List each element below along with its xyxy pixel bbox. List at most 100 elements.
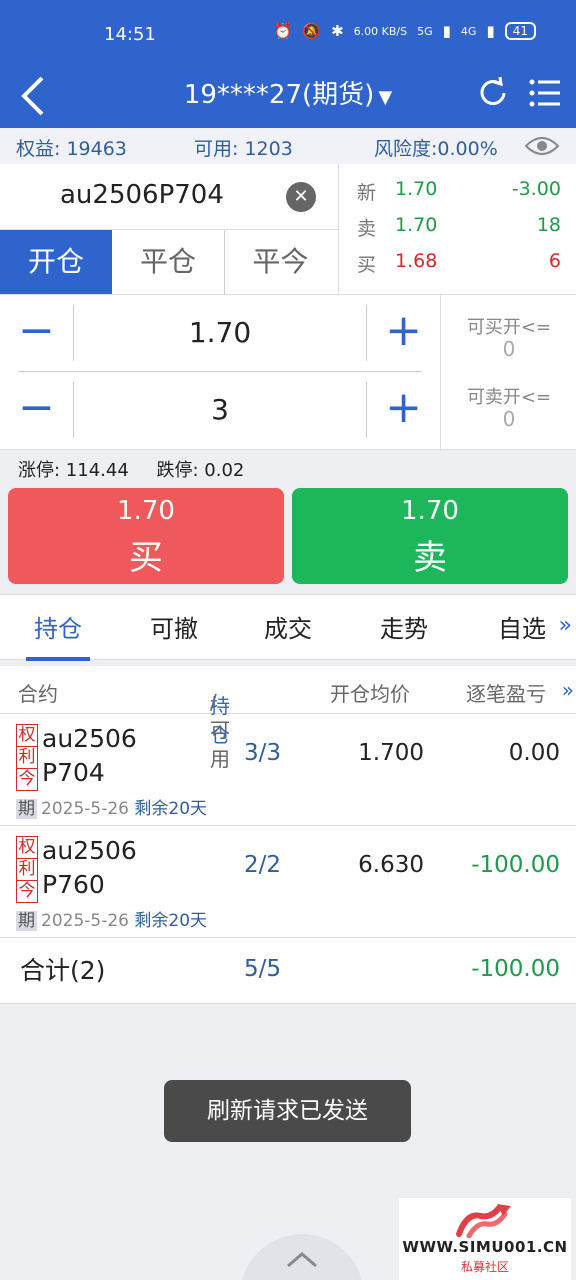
- chevron-up-icon: [287, 1252, 317, 1268]
- position-tabs: 持仓 可撤 成交 走势 自选 »: [0, 594, 576, 661]
- signal-4g: 4G: [460, 24, 477, 38]
- quote-label: 新: [357, 182, 377, 204]
- positions-table: 合约 持仓/可用 开仓均价 逐笔盈亏 » 权 利 今 au2506 P704 期…: [0, 666, 576, 1004]
- quantity-stepper: − 3 +: [0, 372, 440, 448]
- status-icons: ⏰ 🔕 ✱ 6.00 KB/S 5G ▮ 4G ▮ 41: [274, 22, 536, 40]
- active-tab-indicator: [26, 657, 90, 661]
- limit-up: 涨停: 114.44: [18, 460, 129, 481]
- price-input[interactable]: 1.70: [74, 295, 366, 371]
- quote-row-last: 新 1.70 -3.00: [339, 178, 576, 214]
- watermark: WWW.SIMU001.CN 私募社区: [399, 1198, 571, 1280]
- buy-button[interactable]: 1.70 买: [8, 488, 284, 584]
- quote-price: 1.70: [395, 178, 438, 200]
- nav-bar: 19****27(期货) ▼: [0, 70, 576, 128]
- tab-watchlist[interactable]: 自选: [498, 609, 546, 644]
- order-type-tabs: 开仓 平仓 平今: [0, 230, 338, 294]
- toast-message: 刷新请求已发送: [164, 1080, 411, 1142]
- price-stepper: − 1.70 +: [0, 295, 440, 371]
- quantity-increase-button[interactable]: +: [366, 382, 440, 438]
- expiry-badge: 期: [16, 799, 37, 819]
- tag-option: 权: [18, 725, 36, 745]
- signal-bars-icon: ▮: [486, 22, 495, 40]
- contract-name: au2506 P760: [42, 834, 152, 902]
- quote-panel: 新 1.70 -3.00 卖 1.70 18 买 1.68 6: [338, 164, 576, 294]
- position-tags: 权 利 今: [16, 724, 38, 791]
- tag-profit: 利: [17, 746, 37, 767]
- header-more-icon[interactable]: »: [562, 678, 574, 702]
- tab-trades[interactable]: 成交: [264, 609, 312, 644]
- quote-volume: 6: [548, 250, 561, 272]
- can-buy-value: 0: [502, 337, 516, 361]
- avg-price: 6.630: [358, 852, 424, 878]
- available-text: 可用: 1203: [194, 138, 293, 160]
- bluetooth-icon: ✱: [331, 22, 344, 40]
- pnl: -100.00: [471, 852, 560, 878]
- quote-volume: 18: [536, 214, 561, 236]
- alarm-icon: ⏰: [273, 22, 293, 40]
- watermark-subtext: 私募社区: [460, 1260, 509, 1274]
- header-avg-price[interactable]: 开仓均价: [330, 678, 410, 707]
- risk-text: 风险度:0.00%: [374, 138, 498, 160]
- quote-change: -3.00: [511, 178, 561, 200]
- tab-close-today[interactable]: 平今: [224, 230, 336, 294]
- quote-row-ask: 卖 1.70 18: [339, 214, 576, 250]
- pnl: 0.00: [508, 740, 560, 766]
- tag-today: 今: [17, 880, 37, 901]
- buy-price: 1.70: [117, 496, 175, 526]
- signal-5g: 5G: [417, 24, 433, 38]
- can-sell-value: 0: [502, 407, 516, 431]
- symbol-text: au2506P704: [60, 180, 224, 210]
- contract-name-line1: au2506: [42, 724, 137, 753]
- sell-price: 1.70: [401, 496, 459, 526]
- status-time: 14:51: [104, 24, 156, 45]
- quantity-input[interactable]: 3: [74, 372, 366, 448]
- tag-option: 权: [18, 837, 36, 857]
- days-remaining: 剩余20天: [134, 799, 208, 819]
- tab-positions[interactable]: 持仓: [34, 609, 82, 644]
- refresh-icon[interactable]: [476, 76, 510, 110]
- caret-down-icon: ▼: [378, 87, 393, 108]
- total-label: 合计(2): [20, 956, 106, 985]
- quote-label: 买: [357, 254, 377, 276]
- tabs-more-icon[interactable]: »: [559, 613, 572, 638]
- mute-icon: 🔕: [302, 22, 322, 40]
- contract-name-line2: P704: [42, 758, 105, 787]
- available-panel: 可买开<= 0 可卖开<= 0: [440, 295, 576, 451]
- avg-price: 1.700: [358, 740, 424, 766]
- quantity-decrease-button[interactable]: −: [0, 382, 74, 438]
- table-row[interactable]: 权 利 今 au2506 P704 期 2025-5-26 剩余20天 3/3 1…: [0, 714, 576, 826]
- header-contract: 合约: [18, 682, 58, 706]
- signal-bars-icon: ▮: [442, 22, 451, 40]
- table-total-row: 合计(2) 5/5 -100.00: [0, 938, 576, 1004]
- price-decrease-button[interactable]: −: [0, 305, 74, 361]
- position-tags: 权 利 今: [16, 836, 38, 903]
- quote-label: 卖: [357, 218, 377, 240]
- position-qty: 2/2: [244, 852, 282, 878]
- tab-cancelable[interactable]: 可撤: [150, 609, 198, 644]
- expand-handle[interactable]: [240, 1234, 364, 1280]
- contract-name-line2: P760: [42, 870, 105, 899]
- table-row[interactable]: 权 利 今 au2506 P760 期 2025-5-26 剩余20天 2/2 6…: [0, 826, 576, 938]
- sell-label: 卖: [413, 538, 447, 578]
- tab-open[interactable]: 开仓: [0, 230, 112, 294]
- tab-close[interactable]: 平仓: [112, 230, 224, 294]
- tag-today: 今: [17, 768, 37, 789]
- price-limits: 涨停: 114.44 跌停: 0.02: [18, 456, 266, 482]
- network-speed: 6.00 KB/S: [353, 24, 408, 38]
- eye-icon[interactable]: [524, 134, 560, 158]
- header-pnl[interactable]: 逐笔盈亏: [466, 678, 546, 707]
- symbol-field[interactable]: au2506P704 ✕: [0, 164, 338, 230]
- limit-down: 跌停: 0.02: [156, 460, 245, 481]
- list-menu-icon[interactable]: [528, 76, 562, 110]
- sell-button[interactable]: 1.70 卖: [292, 488, 568, 584]
- days-remaining: 剩余20天: [134, 911, 208, 931]
- expiry-info: 期 2025-5-26 剩余20天: [16, 906, 207, 931]
- total-pnl: -100.00: [471, 956, 560, 982]
- position-qty: 3/3: [244, 740, 282, 766]
- status-bar: 14:51 ⏰ 🔕 ✱ 6.00 KB/S 5G ▮ 4G ▮ 41: [0, 0, 576, 70]
- battery-indicator: 41: [504, 22, 536, 40]
- clear-icon[interactable]: ✕: [286, 182, 316, 212]
- contract-name-line1: au2506: [42, 836, 137, 865]
- price-increase-button[interactable]: +: [366, 305, 440, 361]
- tab-trend[interactable]: 走势: [380, 609, 428, 644]
